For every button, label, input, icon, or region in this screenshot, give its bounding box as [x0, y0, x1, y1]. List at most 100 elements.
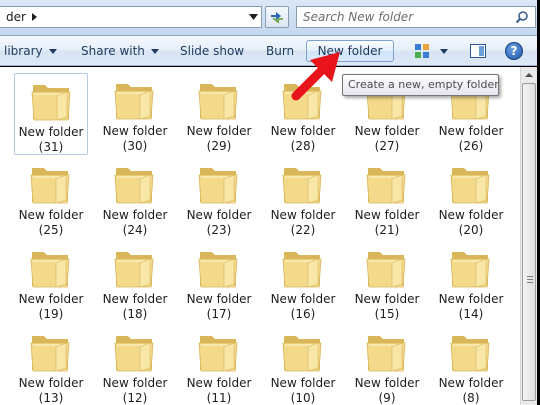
folder-item[interactable]: New folder (20): [434, 157, 508, 239]
share-with-label: Share with: [81, 44, 145, 58]
folder-item[interactable]: New folder (9): [350, 325, 424, 405]
folder-name: New folder: [438, 376, 504, 390]
folder-icon: [282, 168, 322, 204]
folder-item[interactable]: New folder (10): [266, 325, 340, 405]
share-with-menu[interactable]: Share with: [81, 42, 159, 60]
folder-icon: [114, 336, 154, 372]
folder-icon: [366, 252, 406, 288]
folder-item[interactable]: New folder (15): [350, 241, 424, 323]
folder-name: New folder: [354, 124, 420, 138]
folder-icon: [450, 168, 490, 204]
folder-item[interactable]: New folder (29): [182, 73, 256, 155]
folder-number: (15): [374, 307, 400, 321]
folder-item[interactable]: New folder (21): [350, 157, 424, 239]
address-dropdown-icon[interactable]: [244, 7, 262, 27]
folder-icon: [366, 336, 406, 372]
address-field[interactable]: der: [0, 6, 262, 28]
folder-number: (21): [374, 223, 400, 237]
chevron-down-icon: [150, 49, 159, 54]
folder-number: (19): [38, 307, 64, 321]
file-list: New folder (31) New folder (30) New folder (2…: [0, 67, 520, 405]
folder-icon: [282, 252, 322, 288]
folder-number: (25): [38, 223, 64, 237]
folder-name: New folder: [102, 376, 168, 390]
folder-item[interactable]: New folder (18): [98, 241, 172, 323]
scroll-grip-icon: [527, 276, 533, 283]
search-icon[interactable]: [515, 10, 529, 24]
folder-number: (8): [462, 391, 480, 405]
folder-item[interactable]: New folder (30): [98, 73, 172, 155]
red-arrow-icon: [291, 52, 340, 101]
command-bar: library Share with Slide show Burn New f…: [0, 36, 540, 66]
address-bar: der: [0, 0, 540, 36]
folder-number: (14): [458, 307, 484, 321]
folder-number: (26): [458, 139, 484, 153]
breadcrumb-arrow-icon[interactable]: [31, 13, 37, 21]
folder-name: New folder: [18, 208, 84, 222]
folder-name: New folder: [18, 292, 84, 306]
folder-number: (28): [290, 139, 316, 153]
library-label: library: [4, 44, 43, 58]
scroll-thumb[interactable]: [522, 83, 536, 401]
folder-name: New folder: [18, 125, 84, 139]
folder-name: New folder: [18, 376, 84, 390]
folder-name: New folder: [438, 124, 504, 138]
library-menu[interactable]: library: [4, 42, 57, 60]
preview-pane-icon[interactable]: [470, 44, 486, 58]
folder-number: (9): [378, 391, 396, 405]
new-folder-tooltip: Create a new, empty folder.: [342, 74, 499, 96]
folder-item[interactable]: New folder (17): [182, 241, 256, 323]
folder-number: (12): [122, 391, 148, 405]
folder-icon: [450, 336, 490, 372]
folder-number: (30): [122, 139, 148, 153]
folder-name: New folder: [186, 124, 252, 138]
vertical-scrollbar[interactable]: [520, 67, 537, 405]
folder-name: New folder: [102, 208, 168, 222]
chevron-down-icon: [48, 49, 57, 54]
folder-item[interactable]: New folder (24): [98, 157, 172, 239]
help-button[interactable]: ?: [505, 42, 523, 60]
folder-item[interactable]: New folder (22): [266, 157, 340, 239]
folder-name: New folder: [270, 208, 336, 222]
folder-number: (18): [122, 307, 148, 321]
folder-item[interactable]: New folder (14): [434, 241, 508, 323]
view-options-dropdown-icon[interactable]: [440, 49, 448, 54]
folder-icon: [450, 252, 490, 288]
folder-item[interactable]: New folder (31): [14, 73, 88, 155]
folder-item[interactable]: New folder (8): [434, 325, 508, 405]
folder-icon: [366, 168, 406, 204]
folder-item[interactable]: New folder (11): [182, 325, 256, 405]
search-input[interactable]: [303, 10, 503, 24]
folder-name: New folder: [270, 292, 336, 306]
folder-item[interactable]: New folder (19): [14, 241, 88, 323]
folder-icon: [198, 84, 238, 120]
scroll-up-arrow-icon[interactable]: [521, 67, 537, 83]
folder-number: (27): [374, 139, 400, 153]
folder-icon: [30, 336, 70, 372]
folder-icon: [282, 336, 322, 372]
folder-name: New folder: [186, 208, 252, 222]
folder-name: New folder: [354, 292, 420, 306]
folder-number: (17): [206, 307, 232, 321]
folder-item[interactable]: New folder (25): [14, 157, 88, 239]
folder-number: (13): [38, 391, 64, 405]
folder-name: New folder: [270, 124, 336, 138]
folder-item[interactable]: New folder (16): [266, 241, 340, 323]
change-view-icon[interactable]: [414, 43, 430, 59]
folder-number: (29): [206, 139, 232, 153]
address-path: der: [6, 10, 26, 24]
folder-name: New folder: [102, 124, 168, 138]
folder-name: New folder: [354, 376, 420, 390]
folder-name: New folder: [186, 292, 252, 306]
folder-number: (20): [458, 223, 484, 237]
folder-item[interactable]: New folder (13): [14, 325, 88, 405]
folder-icon: [114, 168, 154, 204]
folder-item[interactable]: New folder (23): [182, 157, 256, 239]
refresh-icon: [271, 12, 283, 24]
folder-icon: [30, 168, 70, 204]
refresh-button[interactable]: [265, 6, 289, 28]
folder-item[interactable]: New folder (12): [98, 325, 172, 405]
slide-show-button[interactable]: Slide show: [180, 42, 244, 60]
search-field[interactable]: [296, 6, 536, 28]
folder-number: (24): [122, 223, 148, 237]
